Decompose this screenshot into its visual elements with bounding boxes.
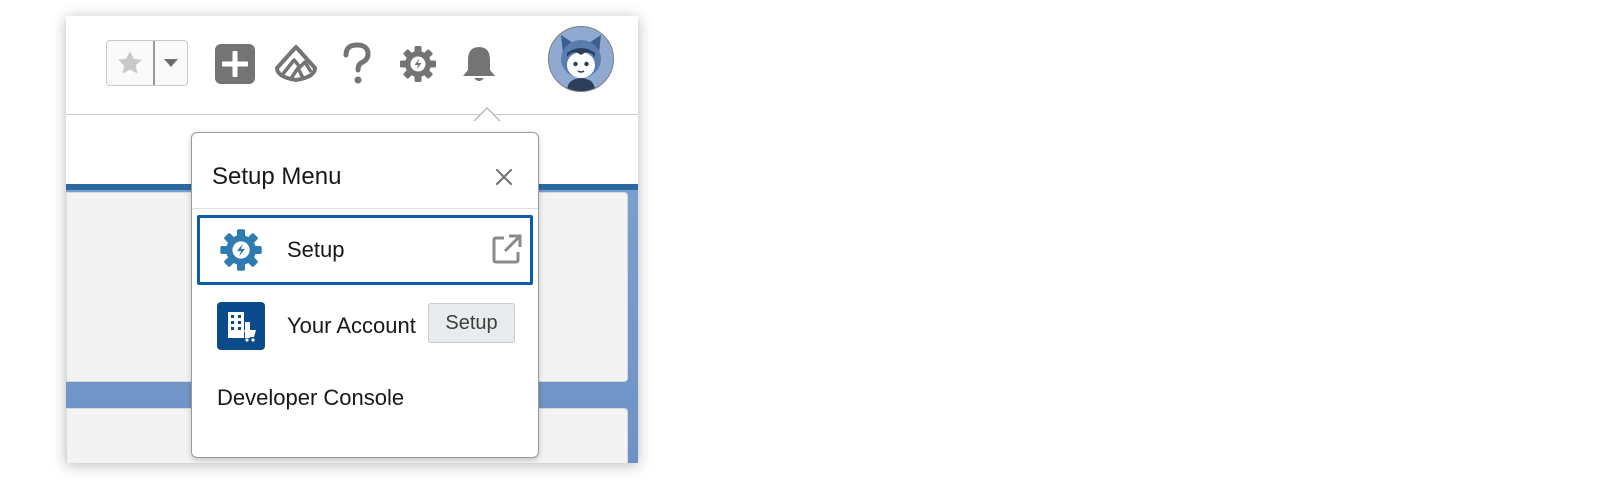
favorite-button[interactable]	[107, 41, 153, 85]
help-icon	[343, 42, 371, 84]
trailhead-button[interactable]	[272, 40, 320, 88]
notifications-button[interactable]	[455, 40, 503, 88]
menu-item-your-account-label: Your Account	[287, 313, 416, 338]
setup-gear-icon	[217, 226, 265, 274]
chevron-down-icon	[164, 59, 178, 67]
setup-menu-panel: Setup Menu Setup Your Account Developer …	[191, 132, 539, 458]
menu-item-setup-label: Setup	[287, 237, 345, 262]
menu-item-developer-console-label: Developer Console	[217, 385, 405, 410]
notification-bell-icon	[463, 47, 495, 81]
external-link-icon	[490, 232, 524, 266]
favorites-list-button[interactable]	[155, 41, 187, 85]
user-avatar-image	[549, 27, 613, 91]
salesforce-window: Setup Menu Setup Your Account Developer …	[66, 16, 638, 463]
star-icon	[118, 51, 142, 74]
menu-item-setup[interactable]: Setup	[197, 215, 533, 285]
global-actions-button[interactable]	[211, 40, 259, 88]
setup-menu-title: Setup Menu	[212, 163, 342, 190]
trailhead-icon	[275, 45, 317, 82]
menu-pointer-fill	[475, 109, 499, 121]
menu-item-developer-console[interactable]: Developer Console	[197, 371, 533, 433]
close-button[interactable]	[490, 163, 518, 191]
account-building-icon	[217, 302, 265, 350]
favorites-button-group	[106, 40, 188, 86]
add-icon	[215, 44, 255, 84]
setup-menu-header: Setup Menu	[192, 133, 538, 209]
setup-button[interactable]	[394, 40, 442, 88]
help-button[interactable]	[333, 40, 381, 88]
tooltip: Setup	[428, 303, 515, 343]
setup-gear-icon	[400, 46, 436, 82]
close-icon	[495, 168, 513, 186]
global-header	[66, 16, 638, 115]
user-avatar[interactable]	[548, 26, 614, 92]
